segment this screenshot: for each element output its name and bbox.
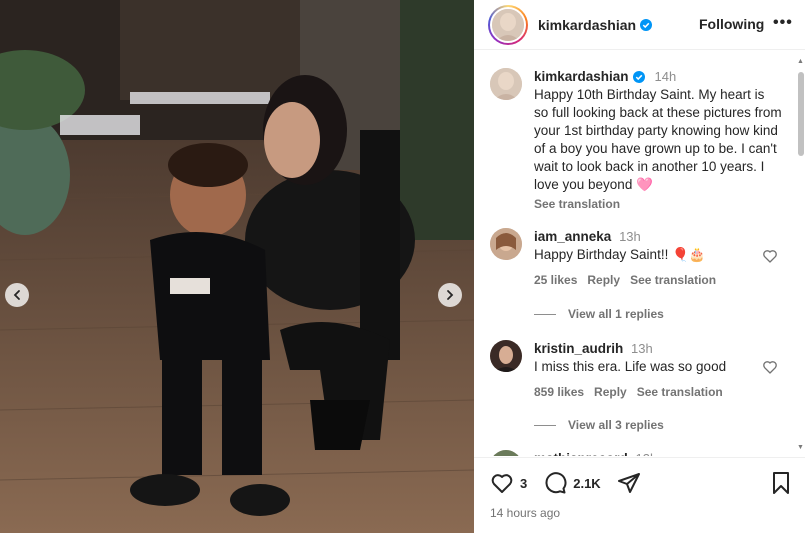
action-buttons: 3 2.1K — [490, 471, 641, 495]
comment-likes[interactable]: 25 likes — [534, 271, 577, 289]
caption: kimkardashian 14h Happy 10th Birthday Sa… — [490, 68, 782, 213]
verified-badge-icon — [640, 18, 653, 31]
commenter-avatar[interactable] — [490, 340, 522, 372]
scroll-up-arrow-icon[interactable]: ▲ — [797, 58, 804, 65]
previous-photo-button[interactable] — [5, 283, 29, 307]
comment-body: mathisprecord 13h — [534, 450, 657, 456]
comment-meta: 859 likes Reply See translation — [534, 383, 726, 401]
caption-avatar-image — [490, 68, 522, 100]
post-panel: kimkardashian Following ••• kimkardashia… — [474, 0, 805, 533]
bookmark-icon[interactable] — [770, 471, 792, 495]
comment-username[interactable]: kristin_audrih — [534, 341, 623, 356]
commenter-avatar-image — [490, 340, 522, 372]
post-photo — [0, 0, 474, 533]
photo-scene — [0, 0, 474, 533]
comment-text: I miss this era. Life was so good — [534, 359, 727, 374]
caption-time: 14h — [654, 69, 677, 84]
comment-username[interactable]: iam_anneka — [534, 229, 611, 244]
comments-count[interactable]: 2.1K — [573, 476, 600, 491]
author-avatar[interactable] — [488, 4, 528, 45]
reply-button[interactable]: Reply — [587, 271, 620, 289]
caption-text: Happy 10th Birthday Saint. My heart is s… — [534, 87, 782, 192]
author-avatar-image — [492, 8, 524, 41]
view-replies-button[interactable]: View all 1 replies — [534, 307, 664, 321]
scroll-down-arrow-icon[interactable]: ▼ — [797, 444, 804, 451]
comment-text: Happy Birthday Saint!! 🎈🎂 — [534, 247, 706, 262]
scrollbar-thumb[interactable] — [798, 72, 804, 156]
view-replies-text[interactable]: View all 1 replies — [568, 307, 664, 321]
comment-item: mathisprecord 13h — [490, 450, 657, 456]
view-replies-text[interactable]: View all 3 replies — [568, 418, 664, 432]
post-timestamp: 14 hours ago — [490, 506, 561, 520]
comment-time: 13h — [619, 229, 641, 244]
comment-username[interactable]: mathisprecord — [534, 451, 628, 456]
verified-badge-icon — [632, 71, 645, 83]
comment-like-heart-icon[interactable] — [762, 359, 778, 375]
comment-likes[interactable]: 859 likes — [534, 383, 584, 401]
caption-avatar[interactable] — [490, 68, 522, 100]
author-username[interactable]: kimkardashian — [538, 17, 653, 33]
comments-scrollbar[interactable]: ▲ ▼ — [797, 58, 805, 454]
comments-list[interactable]: kimkardashian 14h Happy 10th Birthday Sa… — [474, 54, 796, 456]
comment-meta: 25 likes Reply See translation — [534, 271, 716, 289]
commenter-avatar-image — [490, 228, 522, 260]
caption-see-translation[interactable]: See translation — [534, 195, 782, 213]
comment-body: iam_anneka 13h Happy Birthday Saint!! 🎈🎂… — [534, 228, 716, 289]
heart-icon[interactable] — [490, 471, 514, 495]
commenter-avatar[interactable] — [490, 228, 522, 260]
replies-divider-line — [534, 424, 556, 426]
following-button[interactable]: Following — [699, 16, 764, 32]
commenter-avatar[interactable] — [490, 450, 522, 456]
commenter-avatar-image — [490, 450, 522, 456]
chevron-left-icon — [13, 290, 20, 300]
comment-time: 13h — [636, 451, 658, 456]
caption-body: kimkardashian 14h Happy 10th Birthday Sa… — [534, 68, 782, 213]
post-header: kimkardashian Following ••• — [474, 0, 805, 50]
caption-username[interactable]: kimkardashian — [534, 68, 629, 86]
chevron-right-icon — [447, 290, 454, 300]
likes-count[interactable]: 3 — [520, 476, 527, 491]
see-translation-button[interactable]: See translation — [630, 271, 716, 289]
comment-item: iam_anneka 13h Happy Birthday Saint!! 🎈🎂… — [490, 228, 716, 289]
reply-button[interactable]: Reply — [594, 383, 627, 401]
comment-like-heart-icon[interactable] — [762, 248, 778, 264]
comment-body: kristin_audrih 13h I miss this era. Life… — [534, 340, 726, 401]
replies-divider-line — [534, 313, 556, 315]
post-actions: 3 2.1K 14 hours ago — [474, 457, 805, 533]
author-username-text[interactable]: kimkardashian — [538, 17, 636, 33]
next-photo-button[interactable] — [438, 283, 462, 307]
send-icon[interactable] — [617, 471, 641, 495]
more-options-button[interactable]: ••• — [773, 14, 793, 32]
view-replies-button[interactable]: View all 3 replies — [534, 418, 664, 432]
comment-icon[interactable] — [543, 471, 567, 495]
see-translation-button[interactable]: See translation — [637, 383, 723, 401]
comment-time: 13h — [631, 341, 653, 356]
comment-item: kristin_audrih 13h I miss this era. Life… — [490, 340, 726, 401]
